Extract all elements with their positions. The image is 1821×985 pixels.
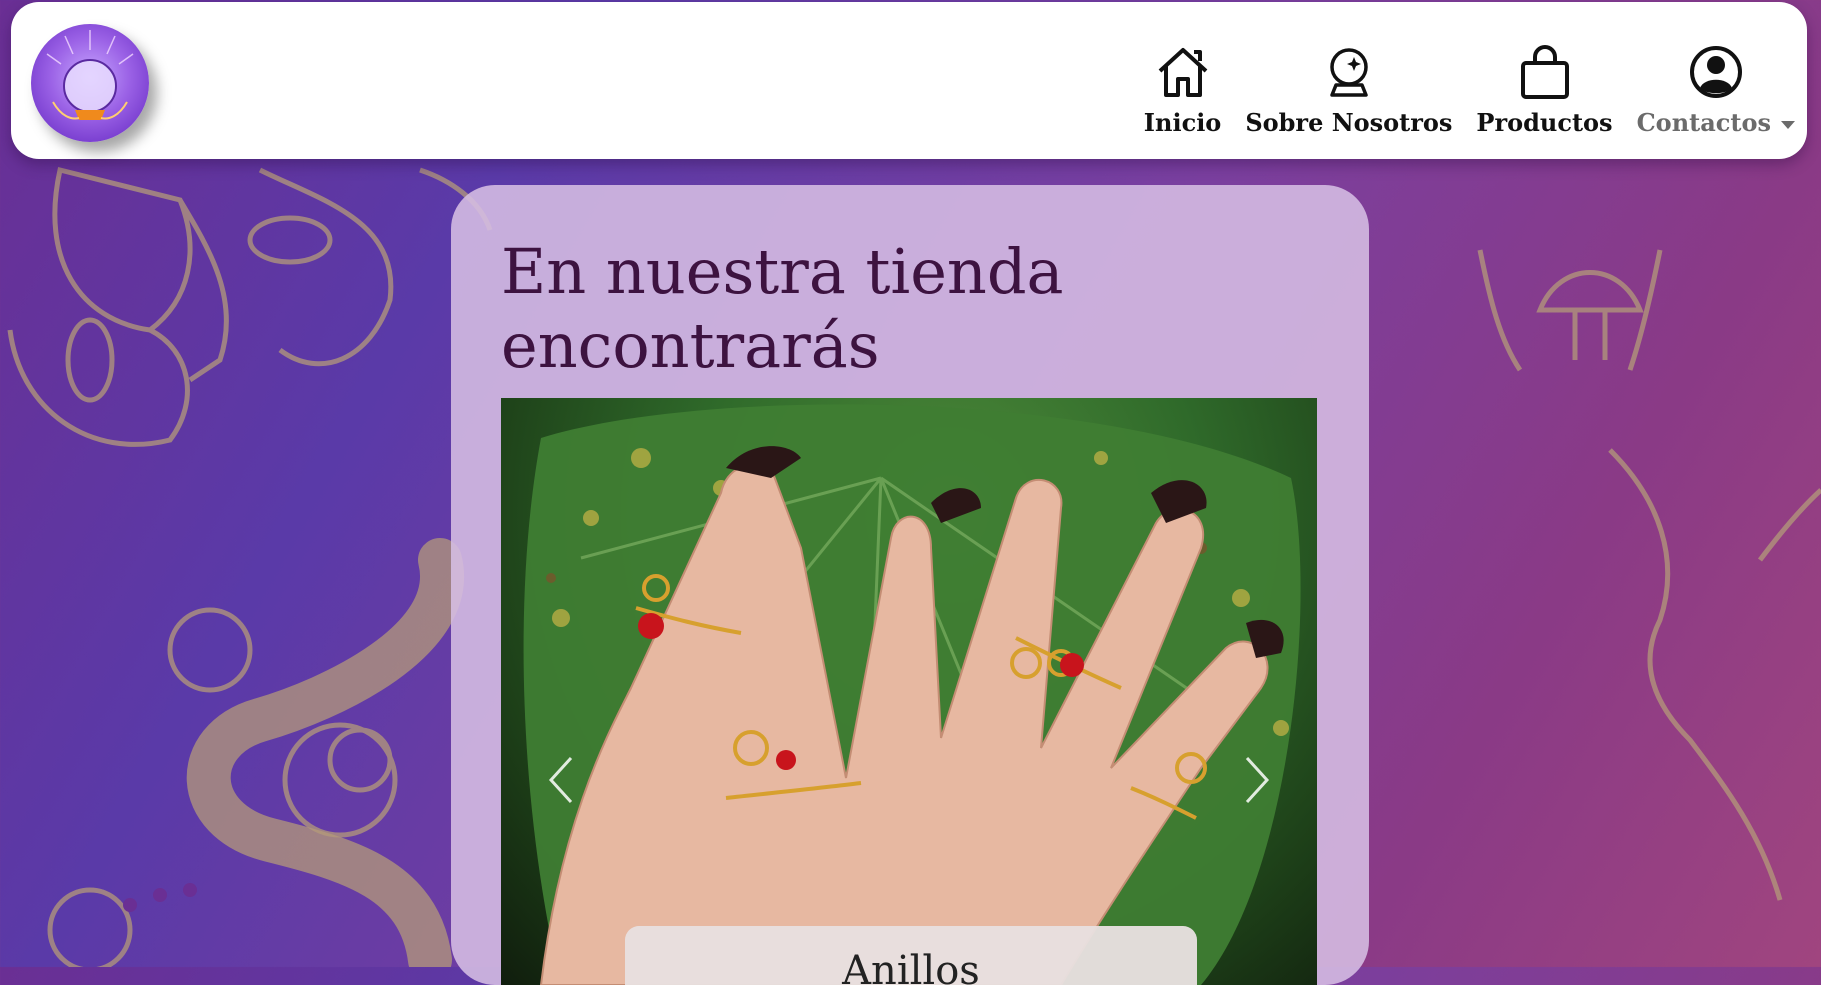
chevron-right-icon bbox=[1245, 756, 1270, 804]
chevron-left-icon bbox=[548, 756, 573, 804]
nav-sobre-nosotros-label: Sobre Nosotros bbox=[1245, 108, 1453, 137]
nav-inicio[interactable]: Inicio bbox=[1143, 2, 1222, 137]
user-circle-icon bbox=[1686, 42, 1746, 102]
brand-logo[interactable] bbox=[31, 24, 149, 142]
carousel-prev-button[interactable] bbox=[541, 750, 581, 810]
nav-productos[interactable]: Productos bbox=[1476, 2, 1613, 137]
navbar: Inicio Sobre Nosotros Productos Contacto… bbox=[11, 2, 1807, 159]
nav-contactos-label: Contactos bbox=[1636, 108, 1771, 137]
products-card: En nuestra tienda encontrarás Anillos bbox=[451, 185, 1369, 985]
carousel-image-rings bbox=[523, 404, 1301, 985]
nav-productos-label: Productos bbox=[1476, 108, 1613, 137]
nav-inicio-label: Inicio bbox=[1143, 108, 1222, 137]
crystal-ball-logo-icon bbox=[46, 30, 134, 120]
main-nav: Inicio Sobre Nosotros Productos Contacto… bbox=[1132, 2, 1807, 159]
crystal-ball-icon bbox=[1319, 42, 1379, 102]
nav-contactos-label-wrap: Contactos bbox=[1637, 108, 1795, 137]
chevron-down-icon bbox=[1781, 120, 1795, 129]
shopping-bag-icon bbox=[1515, 42, 1575, 102]
nav-contactos-dropdown[interactable]: Contactos bbox=[1637, 2, 1795, 137]
products-carousel[interactable]: Anillos bbox=[501, 398, 1317, 985]
nav-sobre-nosotros[interactable]: Sobre Nosotros bbox=[1245, 2, 1452, 137]
carousel-caption: Anillos bbox=[625, 926, 1197, 985]
carousel-next-button[interactable] bbox=[1237, 750, 1277, 810]
page-title: En nuestra tienda encontrarás bbox=[501, 235, 1064, 382]
home-icon bbox=[1153, 42, 1213, 102]
